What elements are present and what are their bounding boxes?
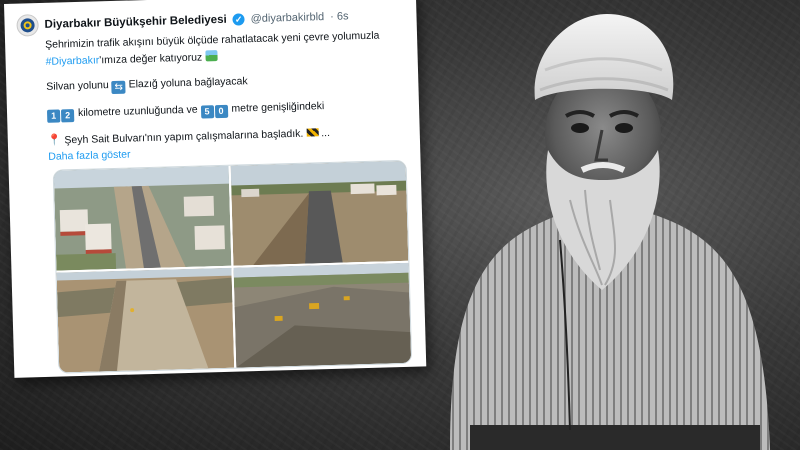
keycap-digit: 5 xyxy=(200,105,214,119)
tweet-card[interactable]: Diyarbakır Büyükşehir Belediyesi ✓ @diya… xyxy=(4,0,427,378)
length-text: kilometre uzunluğunda ve xyxy=(77,103,198,119)
ellipsis: ... xyxy=(320,126,331,140)
author-handle[interactable]: @diyarbakirbld xyxy=(251,11,325,25)
line2-rest: 'ımıza değer katıyoruz xyxy=(99,50,203,66)
national-park-icon xyxy=(204,49,218,61)
route-to: Elazığ yoluna bağlayacak xyxy=(128,75,248,91)
keycap-digit: 1 xyxy=(46,109,61,123)
tweet-photo[interactable] xyxy=(230,160,409,266)
historical-portrait xyxy=(410,0,800,450)
construction-barrier-icon xyxy=(306,128,319,137)
tweet-photo[interactable] xyxy=(53,165,232,271)
round-pushpin-icon: 📍 xyxy=(47,134,62,147)
tweet-time[interactable]: · 6s xyxy=(330,10,349,23)
keycap-digit: 2 xyxy=(60,109,75,123)
verified-badge-icon: ✓ xyxy=(232,13,245,26)
tweet-photo[interactable] xyxy=(233,262,412,368)
hashtag-link[interactable]: #Diyarbakır xyxy=(45,54,99,67)
author-avatar[interactable] xyxy=(16,14,39,37)
tweet-photo[interactable] xyxy=(56,267,235,373)
author-name[interactable]: Diyarbakır Büyükşehir Belediyesi xyxy=(44,14,226,31)
municipality-logo-icon xyxy=(20,18,35,33)
keycap-digit: 0 xyxy=(214,104,228,119)
tweet-text: Şehrimizin trafik akışını büyük ölçüde r… xyxy=(17,29,408,165)
route-from: Silvan yolunu xyxy=(46,79,109,93)
left-right-arrows-icon: ⇆ xyxy=(111,80,126,95)
tweet-photo-grid xyxy=(52,159,413,374)
width-text: metre genişliğindeki xyxy=(231,100,325,115)
